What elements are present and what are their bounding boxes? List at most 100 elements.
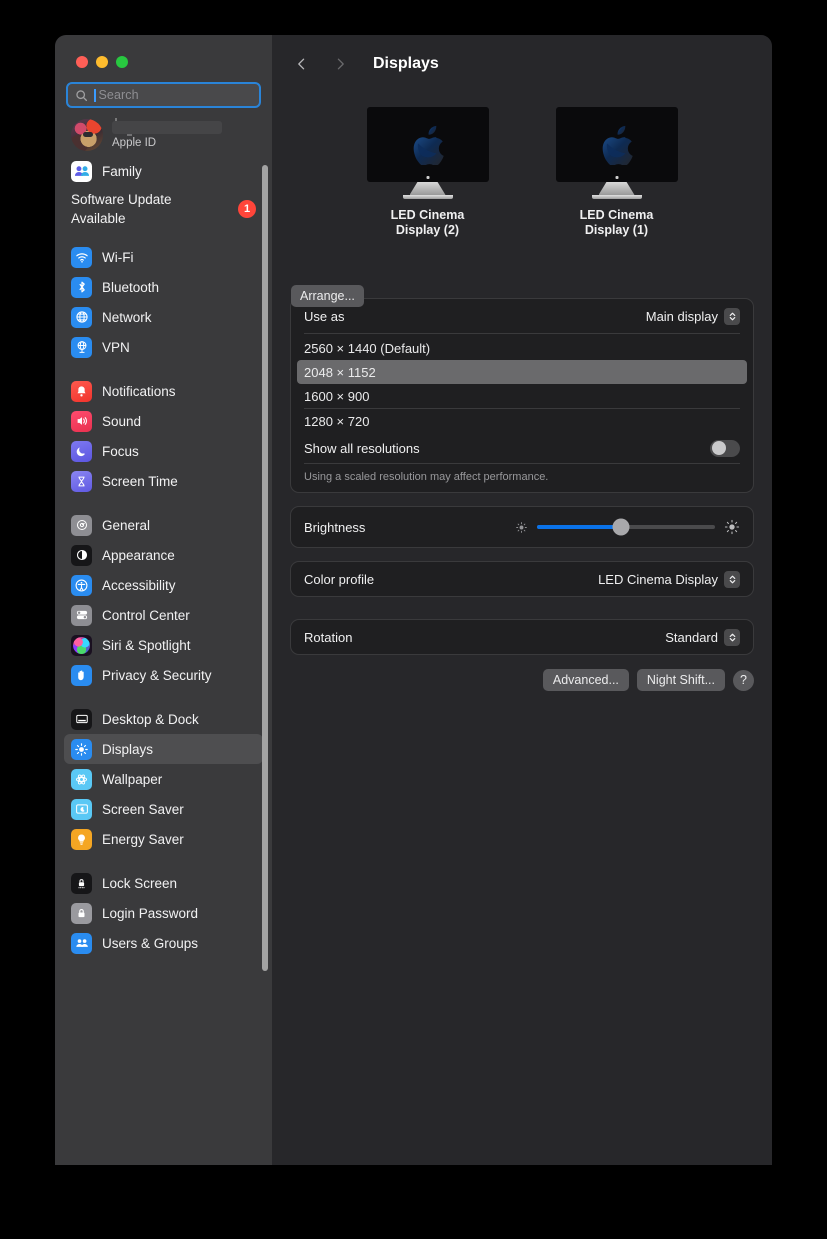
display-led [615, 176, 618, 179]
status-badge: 1 [238, 200, 256, 218]
contrast-icon [71, 544, 92, 566]
display-stand [409, 182, 446, 195]
text-cursor [94, 88, 96, 102]
vpn-icon [71, 336, 92, 358]
sidebar-item-general[interactable]: General [64, 510, 263, 540]
sidebar-scroll-area[interactable]: Apple ID Family Software Update Availabl… [55, 109, 272, 1165]
advanced-button[interactable]: Advanced... [542, 669, 629, 691]
display-screen [555, 107, 678, 182]
show-all-resolutions-label: Show all resolutions [304, 440, 420, 456]
zoom-button[interactable] [116, 56, 128, 68]
sidebar-scrollbar[interactable] [262, 165, 268, 971]
apple-logo-wallpaper-icon [602, 125, 633, 165]
forward-chevron-icon[interactable] [329, 53, 351, 75]
sidebar-item-control-center[interactable]: Control Center [64, 600, 263, 630]
divider [64, 690, 263, 704]
page-title: Displays [373, 55, 439, 72]
sidebar-item-vpn[interactable]: VPN [64, 332, 263, 362]
sidebar-item-wi-fi[interactable]: Wi-Fi [64, 242, 263, 272]
night-shift-button[interactable]: Night Shift... [636, 669, 725, 691]
brightness-track[interactable] [537, 518, 715, 536]
main-panel: Displays LED Cinema Display (2) LED Cine… [272, 35, 772, 1165]
sidebar-item-label: Sound [102, 413, 142, 429]
displays-picker: LED Cinema Display (2) LED Cinema Displa… [272, 93, 772, 307]
display-thumbnail-1[interactable]: LED Cinema Display (1) [555, 107, 678, 238]
sliders-icon [71, 604, 92, 626]
sidebar-item-appearance[interactable]: Appearance [64, 540, 263, 570]
moon-icon [71, 440, 92, 462]
sidebar-item-label: Siri & Spotlight [102, 637, 191, 653]
sidebar-item-label: Displays [102, 741, 154, 757]
rotation-label: Rotation [304, 629, 353, 645]
sidebar-item-label: Login Password [102, 905, 199, 921]
color-profile-popup[interactable]: LED Cinema Display [598, 570, 740, 588]
desktop-icon [71, 708, 92, 730]
divider [64, 496, 263, 510]
show-all-resolutions-row[interactable]: Show all resolutions [291, 433, 753, 463]
resolution-option-selected[interactable]: 2048 × 1152 [297, 360, 747, 384]
color-profile-label: Color profile [304, 571, 375, 587]
sidebar-item-desktop-dock[interactable]: Desktop & Dock [64, 704, 263, 734]
sidebar-item-software-update[interactable]: Software Update Available 1 [64, 190, 263, 228]
help-button[interactable]: ? [733, 669, 754, 691]
back-chevron-icon[interactable] [291, 53, 313, 75]
divider [64, 958, 263, 972]
close-button[interactable] [76, 56, 88, 68]
sidebar-item-notifications[interactable]: Notifications [64, 376, 263, 406]
sidebar-item-focus[interactable]: Focus [64, 436, 263, 466]
arrange-button[interactable]: Arrange... [291, 285, 364, 307]
sidebar-item-wallpaper[interactable]: Wallpaper [64, 764, 263, 794]
search-field[interactable]: Search [66, 82, 261, 108]
sidebar-item-label: Family [102, 163, 142, 179]
settings-content: Use as Main display 2560 × 1440 (Default… [272, 298, 772, 655]
display-thumbnail-2[interactable]: LED Cinema Display (2) [366, 107, 489, 238]
sidebar: Search Apple ID Family Software Update A… [55, 35, 272, 1165]
wallpaper-icon [71, 768, 92, 790]
sidebar-item-label: Network [102, 309, 152, 325]
sidebar-item-screen-time[interactable]: Screen Time [64, 466, 263, 496]
system-settings-window: Search Apple ID Family Software Update A… [55, 35, 772, 1165]
brightness-row: Brightness [291, 507, 753, 547]
hand-icon [71, 664, 92, 686]
sidebar-item-family[interactable]: Family [64, 156, 263, 186]
sidebar-item-privacy-security[interactable]: Privacy & Security [64, 660, 263, 690]
sidebar-item-users-groups[interactable]: Users & Groups [64, 928, 263, 958]
account-name-redacted [112, 118, 222, 136]
sidebar-item-screen-saver[interactable]: Screen Saver [64, 794, 263, 824]
sidebar-item-login-password[interactable]: Login Password [64, 898, 263, 928]
display-stand [598, 182, 635, 195]
traffic-lights [55, 35, 272, 68]
accessibility-icon [71, 574, 92, 596]
show-all-resolutions-toggle[interactable] [710, 439, 740, 457]
sidebar-item-label: Users & Groups [102, 935, 199, 951]
sidebar-item-label: Energy Saver [102, 831, 184, 847]
brightness-thumb[interactable] [612, 518, 630, 536]
sidebar-item-accessibility[interactable]: Accessibility [64, 570, 263, 600]
sidebar-item-sound[interactable]: Sound [64, 406, 263, 436]
rotation-row[interactable]: Rotation Standard [291, 620, 753, 654]
sidebar-item-label: Privacy & Security [102, 667, 212, 683]
resolution-option[interactable]: 1600 × 900 [297, 384, 747, 408]
brightness-icon [71, 738, 92, 760]
sidebar-item-apple-id[interactable]: Apple ID [64, 114, 263, 156]
sidebar-item-network[interactable]: Network [64, 302, 263, 332]
color-profile-row[interactable]: Color profile LED Cinema Display [291, 562, 753, 596]
sidebar-item-lock-screen[interactable]: Lock Screen [64, 868, 263, 898]
sidebar-item-bluetooth[interactable]: Bluetooth [64, 272, 263, 302]
rotation-popup[interactable]: Standard [665, 628, 740, 646]
sidebar-item-siri-spotlight[interactable]: Siri & Spotlight [64, 630, 263, 660]
minimize-button[interactable] [96, 56, 108, 68]
divider [64, 228, 263, 242]
sidebar-item-displays[interactable]: Displays [64, 734, 263, 764]
brightness-slider-group[interactable] [515, 518, 740, 536]
apple-logo-wallpaper-icon [413, 125, 444, 165]
chevron-up-down-icon [724, 628, 740, 646]
resolution-option[interactable]: 1280 × 720 [297, 409, 747, 433]
display-name-line2: Display (1) [584, 223, 649, 237]
sidebar-item-label: Desktop & Dock [102, 711, 199, 727]
use-as-popup[interactable]: Main display [646, 307, 740, 325]
resolution-option[interactable]: 2560 × 1440 (Default) [297, 336, 747, 360]
chevron-up-down-icon [724, 570, 740, 588]
sidebar-item-energy-saver[interactable]: Energy Saver [64, 824, 263, 854]
sidebar-item-label: Screen Saver [102, 801, 184, 817]
